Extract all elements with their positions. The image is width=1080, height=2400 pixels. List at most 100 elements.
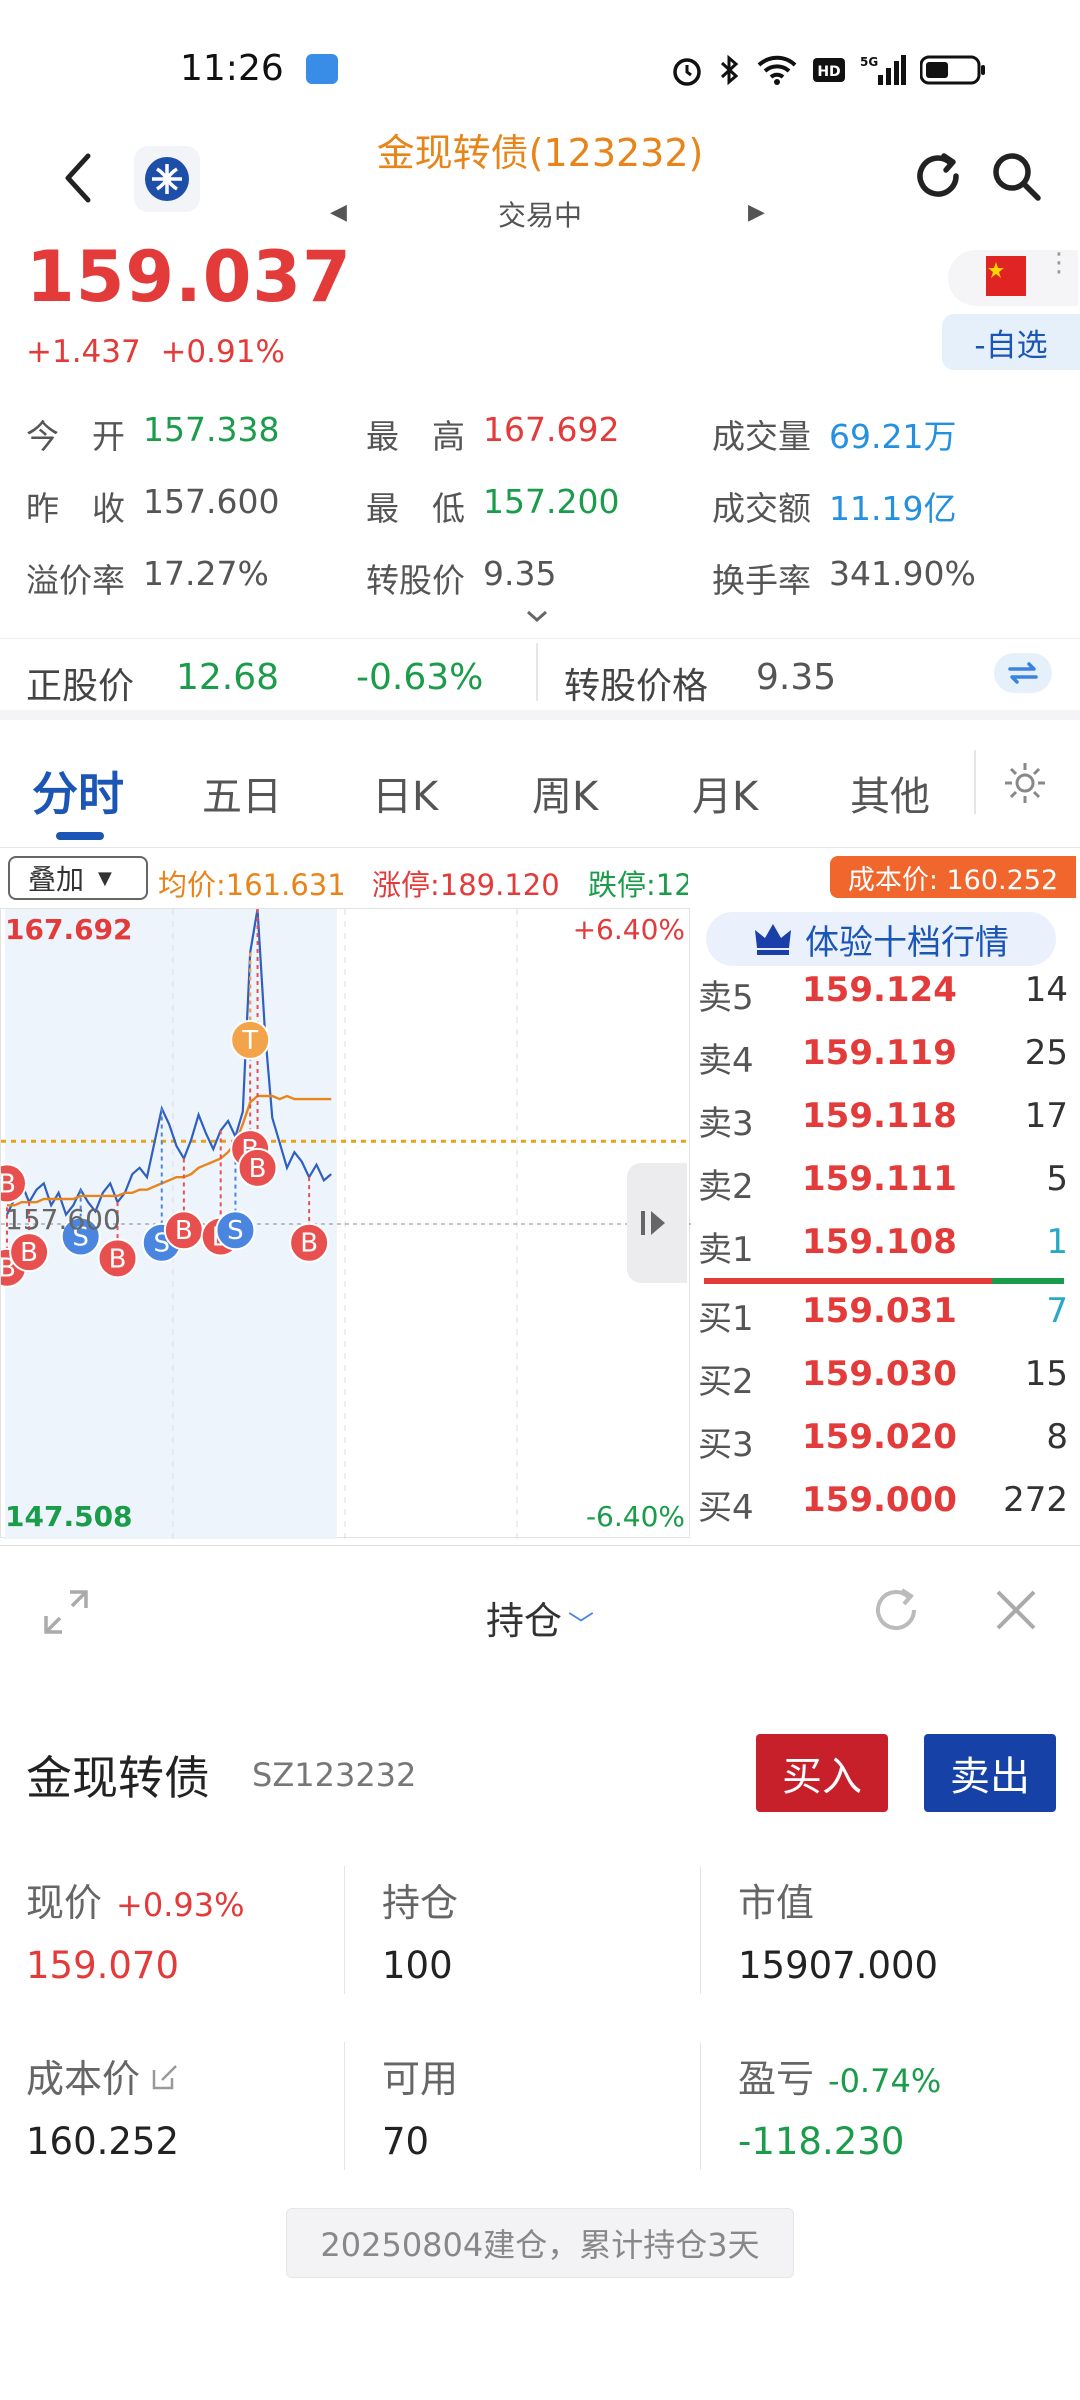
ask-row[interactable]: 卖5 159.124 14 xyxy=(692,970,1080,1030)
marker-label: B xyxy=(1,1169,16,1199)
bid-ask-bar-green xyxy=(992,1278,1064,1284)
intraday-chart[interactable]: BBBSBSBBSBBTB 167.692 +6.40% 157.600 147… xyxy=(0,908,691,1539)
expand-chevron-icon[interactable] xyxy=(524,606,550,630)
ob-side: 卖2 xyxy=(698,1167,754,1207)
change-percent: +0.91% xyxy=(160,334,285,370)
marker-label: B xyxy=(300,1229,318,1259)
holding-label: 持仓 xyxy=(382,1881,459,1925)
ob-price: 159.124 xyxy=(802,970,957,1010)
position-security-name: 金现转债 xyxy=(26,1751,210,1805)
tab-other[interactable]: 其他 xyxy=(850,764,930,822)
price-change: +1.437 +0.91% xyxy=(26,334,285,370)
stock-price-label: 正股价 xyxy=(26,666,135,707)
status-time: 11:26 xyxy=(180,48,284,89)
next-security-arrow[interactable]: ▶ xyxy=(748,200,765,225)
limit-down: 跌停:12 xyxy=(588,868,688,902)
ask-row[interactable]: 卖2 159.111 5 xyxy=(692,1159,1080,1219)
edit-icon[interactable] xyxy=(150,2062,180,2092)
overlay-select[interactable]: 叠加 ▼ xyxy=(8,856,148,900)
chart-tabs: 分时 五日 日K 周K 月K 其他 xyxy=(0,726,1080,848)
y-mid-label: 157.600 xyxy=(5,1203,121,1236)
cost-label[interactable]: 成本价 xyxy=(26,2048,180,2103)
divider xyxy=(344,2042,345,2170)
marker-label: B xyxy=(20,1238,38,1268)
stat-low: 最 低 157.200 xyxy=(366,482,620,528)
cur-price-label-text: 现价 xyxy=(26,1881,103,1925)
search-icon[interactable] xyxy=(988,148,1044,204)
market-value: 15907.000 xyxy=(738,1944,939,1987)
bid-row[interactable]: 买1 159.031 7 xyxy=(692,1291,1080,1351)
cur-price-pct: +0.93% xyxy=(116,1886,245,1924)
tab-five-day[interactable]: 五日 xyxy=(202,764,282,822)
banner-label: 体验十档行情 xyxy=(805,922,1009,963)
available-value: 70 xyxy=(382,2120,430,2163)
ob-volume: 15 xyxy=(1024,1354,1068,1394)
underlying-stock-row[interactable]: 正股价 12.68 -0.63% 转股价格 9.35 xyxy=(0,638,1080,720)
cost-value: 160.252 xyxy=(26,2120,180,2163)
level10-banner[interactable]: 体验十档行情 xyxy=(706,912,1056,966)
bid-row[interactable]: 买3 159.020 8 xyxy=(692,1417,1080,1477)
settings-gear-icon[interactable] xyxy=(1002,760,1048,810)
y-min-label: 147.508 xyxy=(5,1500,133,1533)
conv-price-label: 转股价格 xyxy=(564,666,709,707)
ob-side: 买3 xyxy=(698,1425,754,1465)
pnl-label-text: 盈亏 xyxy=(738,2057,815,2101)
status-icons: HD 5G xyxy=(670,52,986,88)
last-price: 159.037 xyxy=(26,236,352,318)
cost-price-badge: 成本价: 160.252 xyxy=(830,856,1076,898)
pnl-value: -118.230 xyxy=(738,2120,905,2163)
refresh-position-icon[interactable] xyxy=(868,1582,924,1642)
marker-label: B xyxy=(109,1244,127,1274)
more-dots-icon[interactable]: ⋮ xyxy=(1046,250,1072,276)
close-icon[interactable] xyxy=(988,1582,1044,1642)
cur-price-label: 现价 +0.93% xyxy=(26,1872,244,1927)
marker-label: B xyxy=(175,1216,193,1246)
stat-conv-price: 转股价 9.35 xyxy=(366,554,557,600)
ob-price: 159.030 xyxy=(802,1354,957,1394)
tab-intraday[interactable]: 分时 xyxy=(32,758,124,824)
hd-icon: HD xyxy=(813,58,845,82)
pnl-pct: -0.74% xyxy=(828,2062,942,2100)
marker-label: B xyxy=(249,1154,267,1184)
ob-volume: 8 xyxy=(1046,1417,1068,1457)
remove-watchlist-button[interactable]: -自选 xyxy=(942,314,1080,370)
refresh-icon[interactable] xyxy=(910,148,966,204)
swap-icon[interactable] xyxy=(994,653,1052,693)
divider xyxy=(344,1866,345,1994)
stat-turnover: 换手率 341.90% xyxy=(712,554,976,600)
divider xyxy=(700,1866,701,1994)
tab-daily-k[interactable]: 日K xyxy=(372,764,438,822)
order-book: 体验十档行情 卖5 159.124 14 卖4 159.119 25 卖3 159.118 17… xyxy=(692,908,1080,1538)
ask-row[interactable]: 卖3 159.118 17 xyxy=(692,1096,1080,1156)
svg-text:5G: 5G xyxy=(860,55,878,69)
buy-button[interactable]: 买入 xyxy=(756,1734,888,1812)
stat-high: 最 高 167.692 xyxy=(366,410,620,456)
market-value-label: 市值 xyxy=(738,1881,815,1925)
weather-app-icon xyxy=(306,54,338,84)
tab-monthly-k[interactable]: 月K xyxy=(692,764,758,822)
position-security-code: SZ123232 xyxy=(252,1756,417,1794)
sell-button[interactable]: 卖出 xyxy=(924,1734,1056,1812)
ob-price: 159.000 xyxy=(802,1480,957,1520)
china-flag-icon xyxy=(986,256,1026,296)
alarm-icon xyxy=(673,58,701,86)
ask-row[interactable]: 卖4 159.119 25 xyxy=(692,1033,1080,1093)
ob-side: 卖1 xyxy=(698,1230,754,1270)
wifi-icon xyxy=(757,55,797,85)
bid-row[interactable]: 买4 159.000 272 xyxy=(692,1480,1080,1540)
divider xyxy=(700,2042,701,2170)
y-max-label: 167.692 xyxy=(5,913,133,946)
expand-orderbook-handle[interactable] xyxy=(627,1163,687,1283)
crown-icon xyxy=(755,924,791,955)
stat-volume: 成交量 69.21万 xyxy=(712,417,957,456)
ob-price: 159.031 xyxy=(802,1291,957,1331)
available-label: 可用 xyxy=(382,2057,459,2101)
ask-row[interactable]: 卖1 159.108 1 xyxy=(692,1222,1080,1282)
ob-volume: 14 xyxy=(1024,970,1068,1010)
ob-volume: 17 xyxy=(1024,1096,1068,1136)
ob-side: 卖4 xyxy=(698,1041,754,1081)
pnl-label: 盈亏 -0.74% xyxy=(738,2048,941,2103)
bid-row[interactable]: 买2 159.030 15 xyxy=(692,1354,1080,1414)
pct-max-label: +6.40% xyxy=(572,913,685,946)
tab-weekly-k[interactable]: 周K xyxy=(532,764,598,822)
